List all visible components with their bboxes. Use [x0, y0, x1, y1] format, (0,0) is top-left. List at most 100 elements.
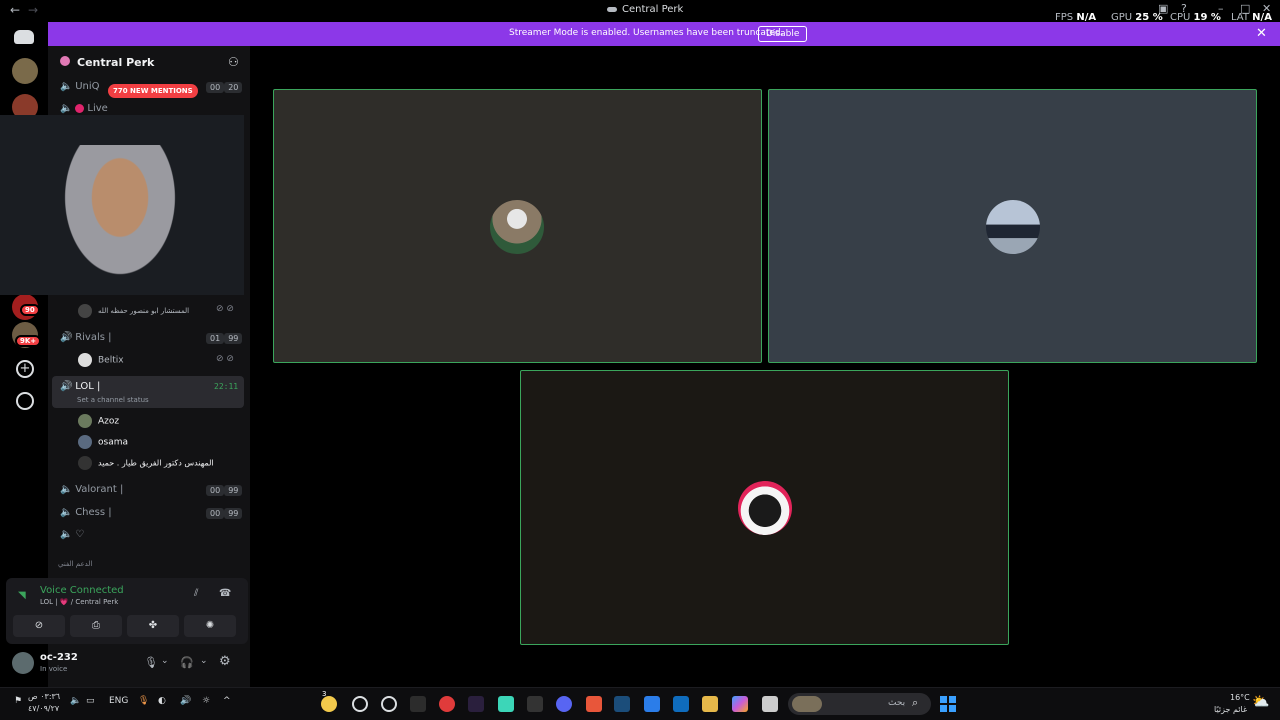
app-icon-3[interactable] — [439, 696, 455, 712]
maximize-button[interactable]: □ — [1240, 2, 1250, 15]
avatar — [78, 353, 92, 367]
category-label[interactable]: الدعم الفني — [58, 560, 92, 568]
copilot-icon[interactable] — [732, 696, 748, 712]
user-status: In voice — [40, 665, 68, 673]
tray-app-icon[interactable]: ◐ — [158, 696, 166, 706]
minimize-button[interactable]: – — [1218, 2, 1224, 15]
channel-rivals[interactable]: 🔊 Rivals | — [60, 332, 112, 343]
noise-suppression-icon[interactable]: ⫽ — [194, 588, 198, 599]
notification-app-icon[interactable]: 3 — [321, 690, 337, 712]
discord-home-icon[interactable] — [14, 30, 34, 44]
chevron-down-icon[interactable]: ⌄ — [161, 656, 169, 666]
server-icon-3[interactable]: 90 — [12, 294, 40, 320]
epic-games-icon[interactable] — [527, 696, 543, 712]
app-icon-1[interactable] — [352, 696, 368, 712]
brightness-icon[interactable]: ☼ — [202, 696, 210, 706]
steam-icon[interactable] — [614, 696, 630, 712]
network-icon[interactable]: ▭ — [86, 696, 95, 706]
close-icon[interactable]: ✕ — [1256, 26, 1267, 41]
file-explorer-icon[interactable] — [702, 696, 718, 712]
language-indicator[interactable]: ENG — [109, 696, 128, 706]
start-button[interactable] — [940, 696, 956, 712]
notification-icon[interactable]: ⚑ — [14, 696, 22, 706]
channel-timer: 22:11 — [214, 382, 239, 391]
screen-share-button[interactable]: ⎙ — [70, 615, 122, 637]
live-dot-icon — [75, 103, 85, 113]
voice-user[interactable]: المهندس دكتور الفريق طيار . حميد — [78, 456, 214, 470]
voice-channel-link[interactable]: LOL | 💗 / Central Perk — [40, 598, 118, 606]
camera-button[interactable]: ⊘ — [13, 615, 65, 637]
voice-connected-panel: ◥ Voice Connected LOL | 💗 / Central Perk… — [6, 578, 248, 644]
heart-icon: ♡ — [75, 529, 85, 540]
voice-user[interactable]: osama — [78, 435, 128, 449]
video-tile-2[interactable] — [768, 89, 1257, 363]
app-badge: 3 — [322, 690, 327, 698]
chevron-down-icon[interactable]: ⌄ — [141, 56, 149, 66]
server-boost-icon — [60, 56, 70, 66]
app-icon-2[interactable] — [410, 696, 426, 712]
video-tile-3[interactable] — [520, 370, 1009, 645]
outlook-icon[interactable] — [673, 696, 689, 712]
add-server-icon[interactable]: + — [16, 360, 34, 378]
activities-icon: ✤ — [148, 620, 158, 631]
clock-time[interactable]: ٠٣:٣٦ ص — [28, 692, 60, 701]
discord-icon[interactable] — [556, 696, 572, 712]
inbox-icon[interactable]: ▣ — [1158, 2, 1168, 15]
speaker-icon: 🔈 — [60, 529, 73, 540]
steelseries-icon[interactable] — [381, 696, 397, 712]
gear-icon[interactable]: ⚙ — [219, 654, 231, 669]
store-icon[interactable] — [644, 696, 660, 712]
weather-temp[interactable]: 16°C — [1230, 693, 1250, 702]
volume-icon[interactable]: 🔈 — [70, 696, 81, 706]
soundboard-button[interactable]: ✺ — [184, 615, 236, 637]
disable-button[interactable]: Disable — [758, 26, 808, 42]
back-button[interactable]: ← — [10, 3, 20, 17]
close-window-button[interactable]: ✕ — [1262, 2, 1271, 15]
server-icon-1[interactable] — [12, 58, 38, 84]
channel-extra[interactable]: 🔈 ♡ — [60, 529, 84, 540]
avatar[interactable] — [12, 652, 34, 674]
disconnect-icon[interactable]: ☎ — [219, 588, 231, 599]
weather-icon[interactable]: ⛅ — [1252, 694, 1269, 710]
clock-date[interactable]: ٤٧/٠٩/٢٧ — [28, 704, 59, 713]
windows-taskbar: ⚑ ٠٣:٣٦ ص ٤٧/٠٩/٢٧ 🔈 ▭ ENG 🎙 ◐ 🔊 ☼ ^ 3 ب… — [0, 687, 1280, 720]
banner-text: Streamer Mode is enabled. Usernames have… — [509, 28, 784, 38]
video-tile-1[interactable] — [273, 89, 762, 363]
muted-icons: ⊘ ⊘ — [216, 304, 234, 314]
voice-user[interactable]: المستشار ابو منصور حفظه الله — [78, 304, 189, 318]
avatar — [78, 456, 92, 470]
app-icon-6[interactable] — [762, 696, 778, 712]
brave-icon[interactable] — [586, 696, 602, 712]
mic-in-use-icon[interactable]: 🎙 — [138, 696, 149, 706]
channel-lol-name: 🔊 LOL | — [60, 381, 101, 392]
channel-live[interactable]: 🔈 Live — [60, 103, 108, 114]
signal-icon[interactable]: ◥ — [18, 590, 26, 601]
chevron-down-icon[interactable]: ⌄ — [200, 656, 208, 666]
channel-counter: 00 99 — [206, 508, 243, 519]
microphone-icon[interactable]: 🎙 — [144, 656, 158, 669]
chevron-up-icon[interactable]: ^ — [223, 696, 231, 706]
search-box[interactable]: بحث ⌕ — [788, 693, 931, 715]
camera-off-icon: ⊘ — [34, 620, 44, 631]
server-icon-4[interactable]: 9K+ — [12, 322, 42, 348]
app-icon-5[interactable] — [498, 696, 514, 712]
speaker-icon: 🔈 — [60, 484, 73, 495]
invite-icon[interactable]: ⚇ — [228, 55, 239, 69]
new-mentions-pill[interactable]: 770 NEW MENTIONS — [108, 84, 198, 98]
app-icon-4[interactable] — [468, 696, 484, 712]
channel-uniq[interactable]: 🔈 UniQ — [60, 81, 100, 92]
help-icon[interactable]: ? — [1181, 2, 1187, 15]
activities-button[interactable]: ✤ — [127, 615, 179, 637]
channel-valorant[interactable]: 🔈 Valorant | — [60, 484, 123, 495]
weather-text[interactable]: غائم جزئيًا — [1214, 705, 1247, 714]
voice-user[interactable]: Beltix — [78, 353, 124, 367]
channel-status[interactable]: Set a channel status — [77, 396, 149, 404]
channel-chess[interactable]: 🔈 Chess | — [60, 507, 112, 518]
channel-counter: 01 99 — [206, 333, 243, 344]
forward-button[interactable]: → — [28, 3, 38, 17]
discover-icon[interactable] — [16, 392, 34, 410]
speaker-icon: 🔈 — [60, 81, 73, 92]
headphones-icon[interactable]: 🎧 — [180, 656, 194, 669]
voice-user[interactable]: Azoz — [78, 414, 119, 428]
speaker-icon[interactable]: 🔊 — [180, 696, 191, 706]
